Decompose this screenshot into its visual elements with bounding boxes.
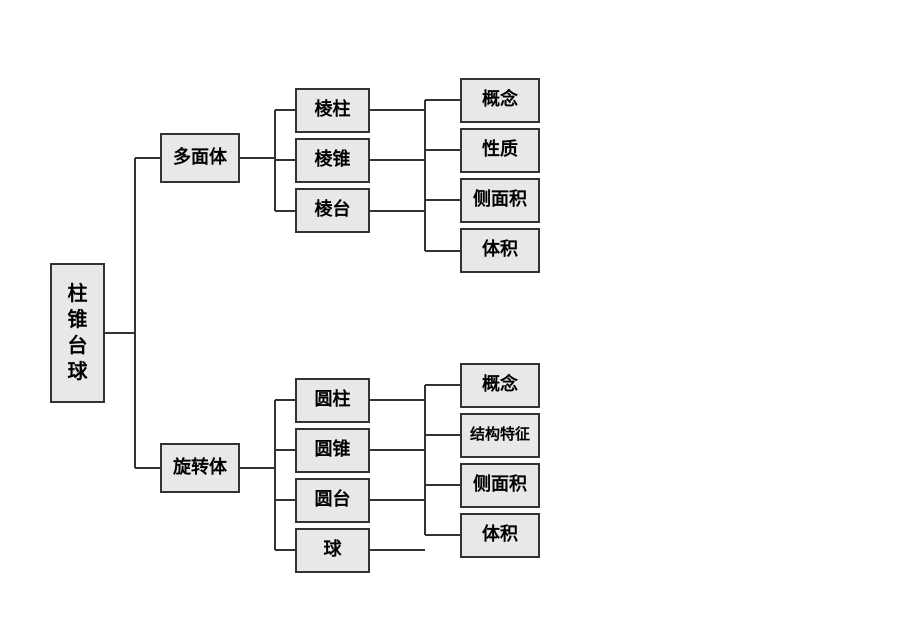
volume1-node: 体积 [460,228,540,273]
cone-node: 圆锥 [295,428,370,473]
structure2-node: 结构特征 [460,413,540,458]
polyhedral-node: 多面体 [160,133,240,183]
concept2-node: 概念 [460,363,540,408]
volume2-node: 体积 [460,513,540,558]
lateral1-node: 侧面积 [460,178,540,223]
cylinder-node: 圆柱 [295,378,370,423]
property1-node: 性质 [460,128,540,173]
prism-node: 棱柱 [295,88,370,133]
rcone-node: 圆台 [295,478,370,523]
diagram: 柱 锥 台 球 多面体 旋转体 棱柱 棱锥 棱台 圆柱 圆锥 圆台 球 概念 性… [30,23,890,613]
rotational-node: 旋转体 [160,443,240,493]
sphere-node: 球 [295,528,370,573]
pyramid-node: 棱锥 [295,138,370,183]
lateral2-node: 侧面积 [460,463,540,508]
frustum-node: 棱台 [295,188,370,233]
concept1-node: 概念 [460,78,540,123]
root-node: 柱 锥 台 球 [50,263,105,403]
